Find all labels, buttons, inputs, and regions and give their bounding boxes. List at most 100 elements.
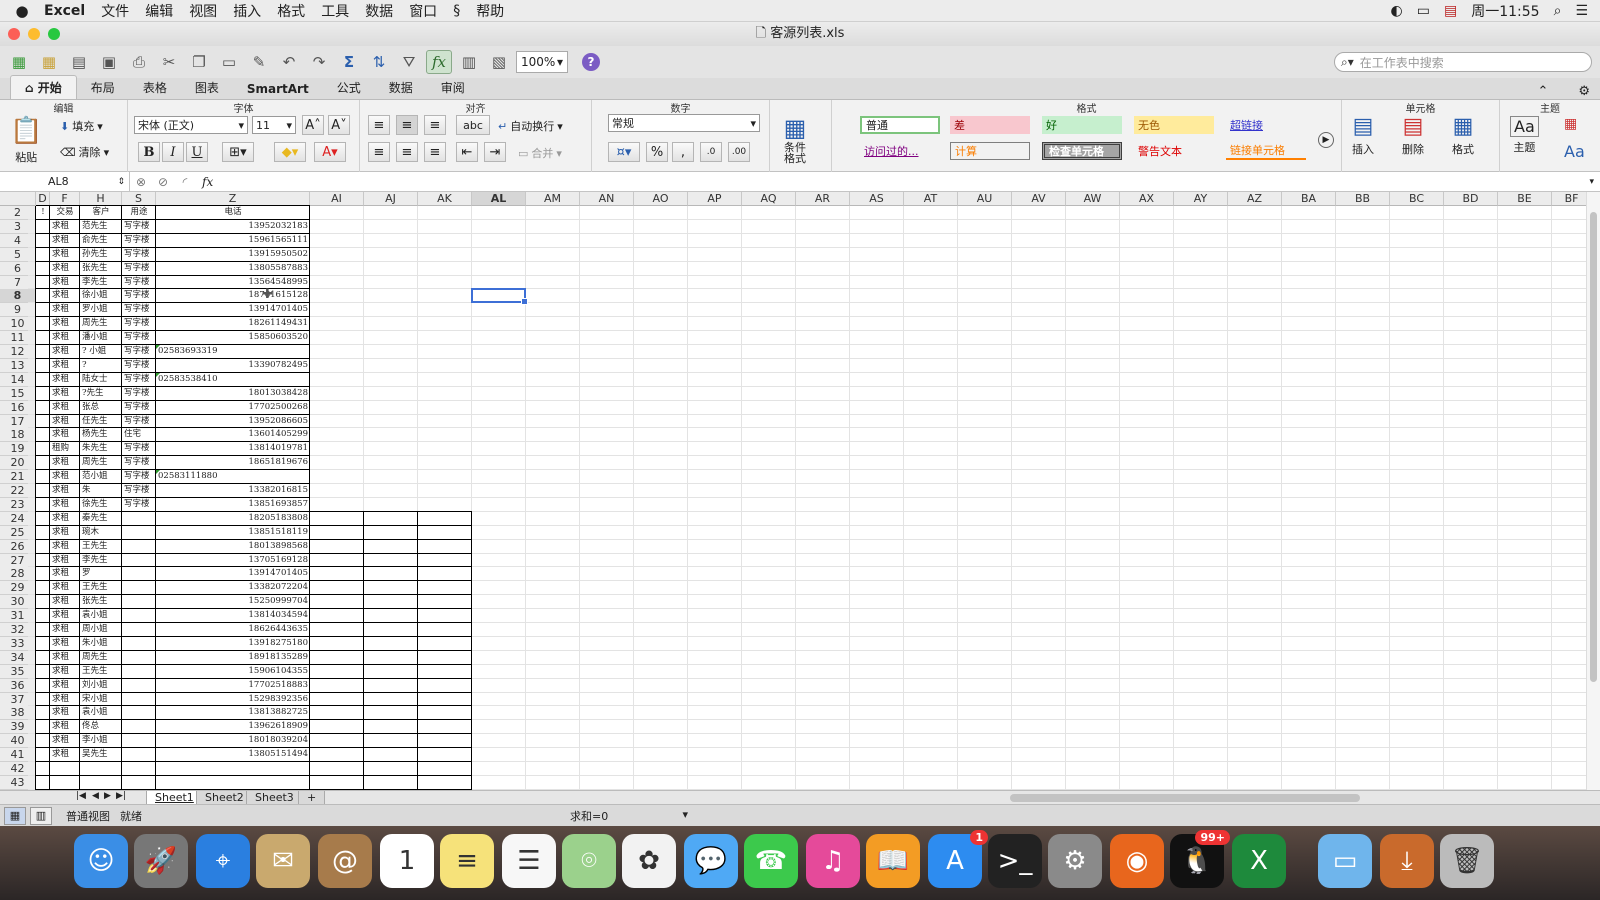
cell-f13[interactable]: 求租 <box>50 359 80 373</box>
row-header[interactable]: 33 <box>0 636 36 651</box>
normal-view-icon[interactable]: ▦ <box>4 806 26 825</box>
help-icon[interactable]: ? <box>582 53 600 71</box>
style-calculation[interactable]: 计算 <box>950 142 1030 160</box>
cell-z23[interactable]: 13851693857 <box>156 498 310 512</box>
style-normal[interactable]: 普通 <box>860 116 940 134</box>
fill-button[interactable]: ⬇ 填充 ▾ <box>60 118 103 134</box>
row-header[interactable]: 16 <box>0 400 36 415</box>
menu-tools[interactable]: 工具 <box>321 1 349 21</box>
column-header-h[interactable]: H <box>80 192 122 206</box>
cell-h31[interactable]: 袁小姐 <box>80 609 122 623</box>
bold-button[interactable]: B <box>138 142 160 162</box>
terminal-icon[interactable]: >_ <box>988 834 1042 888</box>
align-right-icon[interactable]: ≡ <box>424 142 446 162</box>
column-header-ai[interactable]: AI <box>310 192 364 206</box>
cell-f31[interactable]: 求租 <box>50 609 80 623</box>
cell-h35[interactable]: 王先生 <box>80 665 122 679</box>
column-header-aj[interactable]: AJ <box>364 192 418 206</box>
cell-z17[interactable]: 13952086605 <box>156 415 310 429</box>
insert-cells-button[interactable]: ▤ 插入 <box>1352 114 1374 157</box>
cell-z12[interactable]: 02583693319 <box>156 345 310 359</box>
cell-z37[interactable]: 15298392356 <box>156 693 310 707</box>
cell-h25[interactable]: 琬木 <box>80 526 122 540</box>
cell-s21[interactable]: 写字楼 <box>122 470 156 484</box>
menu-help[interactable]: 帮助 <box>476 1 504 21</box>
vertical-scroll-thumb[interactable] <box>1590 212 1597 682</box>
column-header-ax[interactable]: AX <box>1120 192 1174 206</box>
cell-z30[interactable]: 15250999704 <box>156 595 310 609</box>
row-header[interactable]: 7 <box>0 275 36 290</box>
zoom-select[interactable]: 100% ▾ <box>516 51 568 73</box>
column-header-ar[interactable]: AR <box>796 192 850 206</box>
cell-h33[interactable]: 朱小姐 <box>80 637 122 651</box>
cell-z13[interactable]: 13390782495 <box>156 359 310 373</box>
app-menu[interactable]: Excel <box>44 3 85 19</box>
percent-icon[interactable]: % <box>646 142 668 162</box>
cell-f20[interactable]: 求租 <box>50 456 80 470</box>
cell-z4[interactable]: 15961565111 <box>156 234 310 248</box>
cell-h29[interactable]: 王先生 <box>80 581 122 595</box>
cell-f16[interactable]: 求租 <box>50 401 80 415</box>
cell-h2[interactable]: 客户 <box>80 206 122 220</box>
merge-button[interactable]: ▭ 合并 ▾ <box>518 145 562 161</box>
appstore-icon[interactable]: A1 <box>928 830 988 888</box>
tab-charts[interactable]: 图表 <box>181 76 233 99</box>
cell-f22[interactable]: 求租 <box>50 484 80 498</box>
cell-h26[interactable]: 王先生 <box>80 540 122 554</box>
column-header-bf[interactable]: BF <box>1552 192 1586 206</box>
cell-h16[interactable]: 张总 <box>80 401 122 415</box>
cell-z29[interactable]: 13382072204 <box>156 581 310 595</box>
cell-z18[interactable]: 13601405299 <box>156 428 310 442</box>
cell-h37[interactable]: 宋小姐 <box>80 693 122 707</box>
cell-z2[interactable]: 电话 <box>156 206 310 220</box>
row-header[interactable]: 4 <box>0 233 36 248</box>
cell-z24[interactable]: 18205183808 <box>156 512 310 526</box>
cell-f38[interactable]: 求租 <box>50 706 80 720</box>
print-icon[interactable]: ⎙ <box>126 50 152 74</box>
cell-z22[interactable]: 13382016815 <box>156 484 310 498</box>
cell-s12[interactable]: 写字楼 <box>122 345 156 359</box>
expand-formula-icon[interactable]: ▾ <box>1589 177 1594 187</box>
copy-icon[interactable]: ❐ <box>186 50 212 74</box>
column-header-aw[interactable]: AW <box>1066 192 1120 206</box>
cell-s15[interactable]: 写字楼 <box>122 387 156 401</box>
row-header[interactable]: 15 <box>0 386 36 401</box>
ribbon-settings-icon[interactable]: ⚙ <box>1578 84 1590 99</box>
cell-f2[interactable]: 交易 <box>50 206 80 220</box>
row-header[interactable]: 38 <box>0 706 36 721</box>
cell-f10[interactable]: 求租 <box>50 317 80 331</box>
row-header[interactable]: 10 <box>0 317 36 332</box>
cell-f4[interactable]: 求租 <box>50 234 80 248</box>
cell-f29[interactable]: 求租 <box>50 581 80 595</box>
row-header[interactable]: 26 <box>0 539 36 554</box>
row-header[interactable]: 32 <box>0 623 36 637</box>
filter-icon[interactable]: ⛛ <box>396 50 422 74</box>
cell-s13[interactable]: 写字楼 <box>122 359 156 373</box>
font-color-icon[interactable]: A▾ <box>314 142 346 162</box>
row-header[interactable]: 11 <box>0 331 36 346</box>
row-header[interactable]: 8 <box>0 289 36 304</box>
cell-h8[interactable]: 徐小姐 <box>80 289 122 303</box>
sheet-tab-1[interactable]: Sheet1 <box>146 791 203 805</box>
spotlight-icon[interactable]: ⌕ <box>1554 3 1562 19</box>
select-all-corner[interactable] <box>0 192 36 206</box>
cut-icon[interactable]: ✂ <box>156 50 182 74</box>
style-good[interactable]: 好 <box>1042 116 1122 134</box>
cell-z38[interactable]: 13813882725 <box>156 706 310 720</box>
cell-s10[interactable]: 写字楼 <box>122 317 156 331</box>
menu-window[interactable]: 窗口 <box>409 1 437 21</box>
cell-z19[interactable]: 13814019781 <box>156 442 310 456</box>
tab-home[interactable]: ⌂ 开始 <box>10 75 77 99</box>
align-top-icon[interactable]: ≡ <box>368 115 390 135</box>
launchpad-icon[interactable]: 🚀 <box>134 834 188 888</box>
row-header[interactable]: 25 <box>0 525 36 540</box>
cell-z10[interactable]: 18261149431 <box>156 317 310 331</box>
row-header[interactable]: 34 <box>0 650 36 665</box>
font-name-select[interactable]: 宋体 (正文) ▾ <box>134 116 248 134</box>
align-center-icon[interactable]: ≡ <box>396 142 418 162</box>
column-header-be[interactable]: BE <box>1498 192 1552 206</box>
cell-s14[interactable]: 写字楼 <box>122 373 156 387</box>
system-prefs-icon[interactable]: ⚙ <box>1048 834 1102 888</box>
name-box[interactable]: AL8 ⇕ <box>0 172 130 191</box>
cell-h32[interactable]: 周小姐 <box>80 623 122 637</box>
